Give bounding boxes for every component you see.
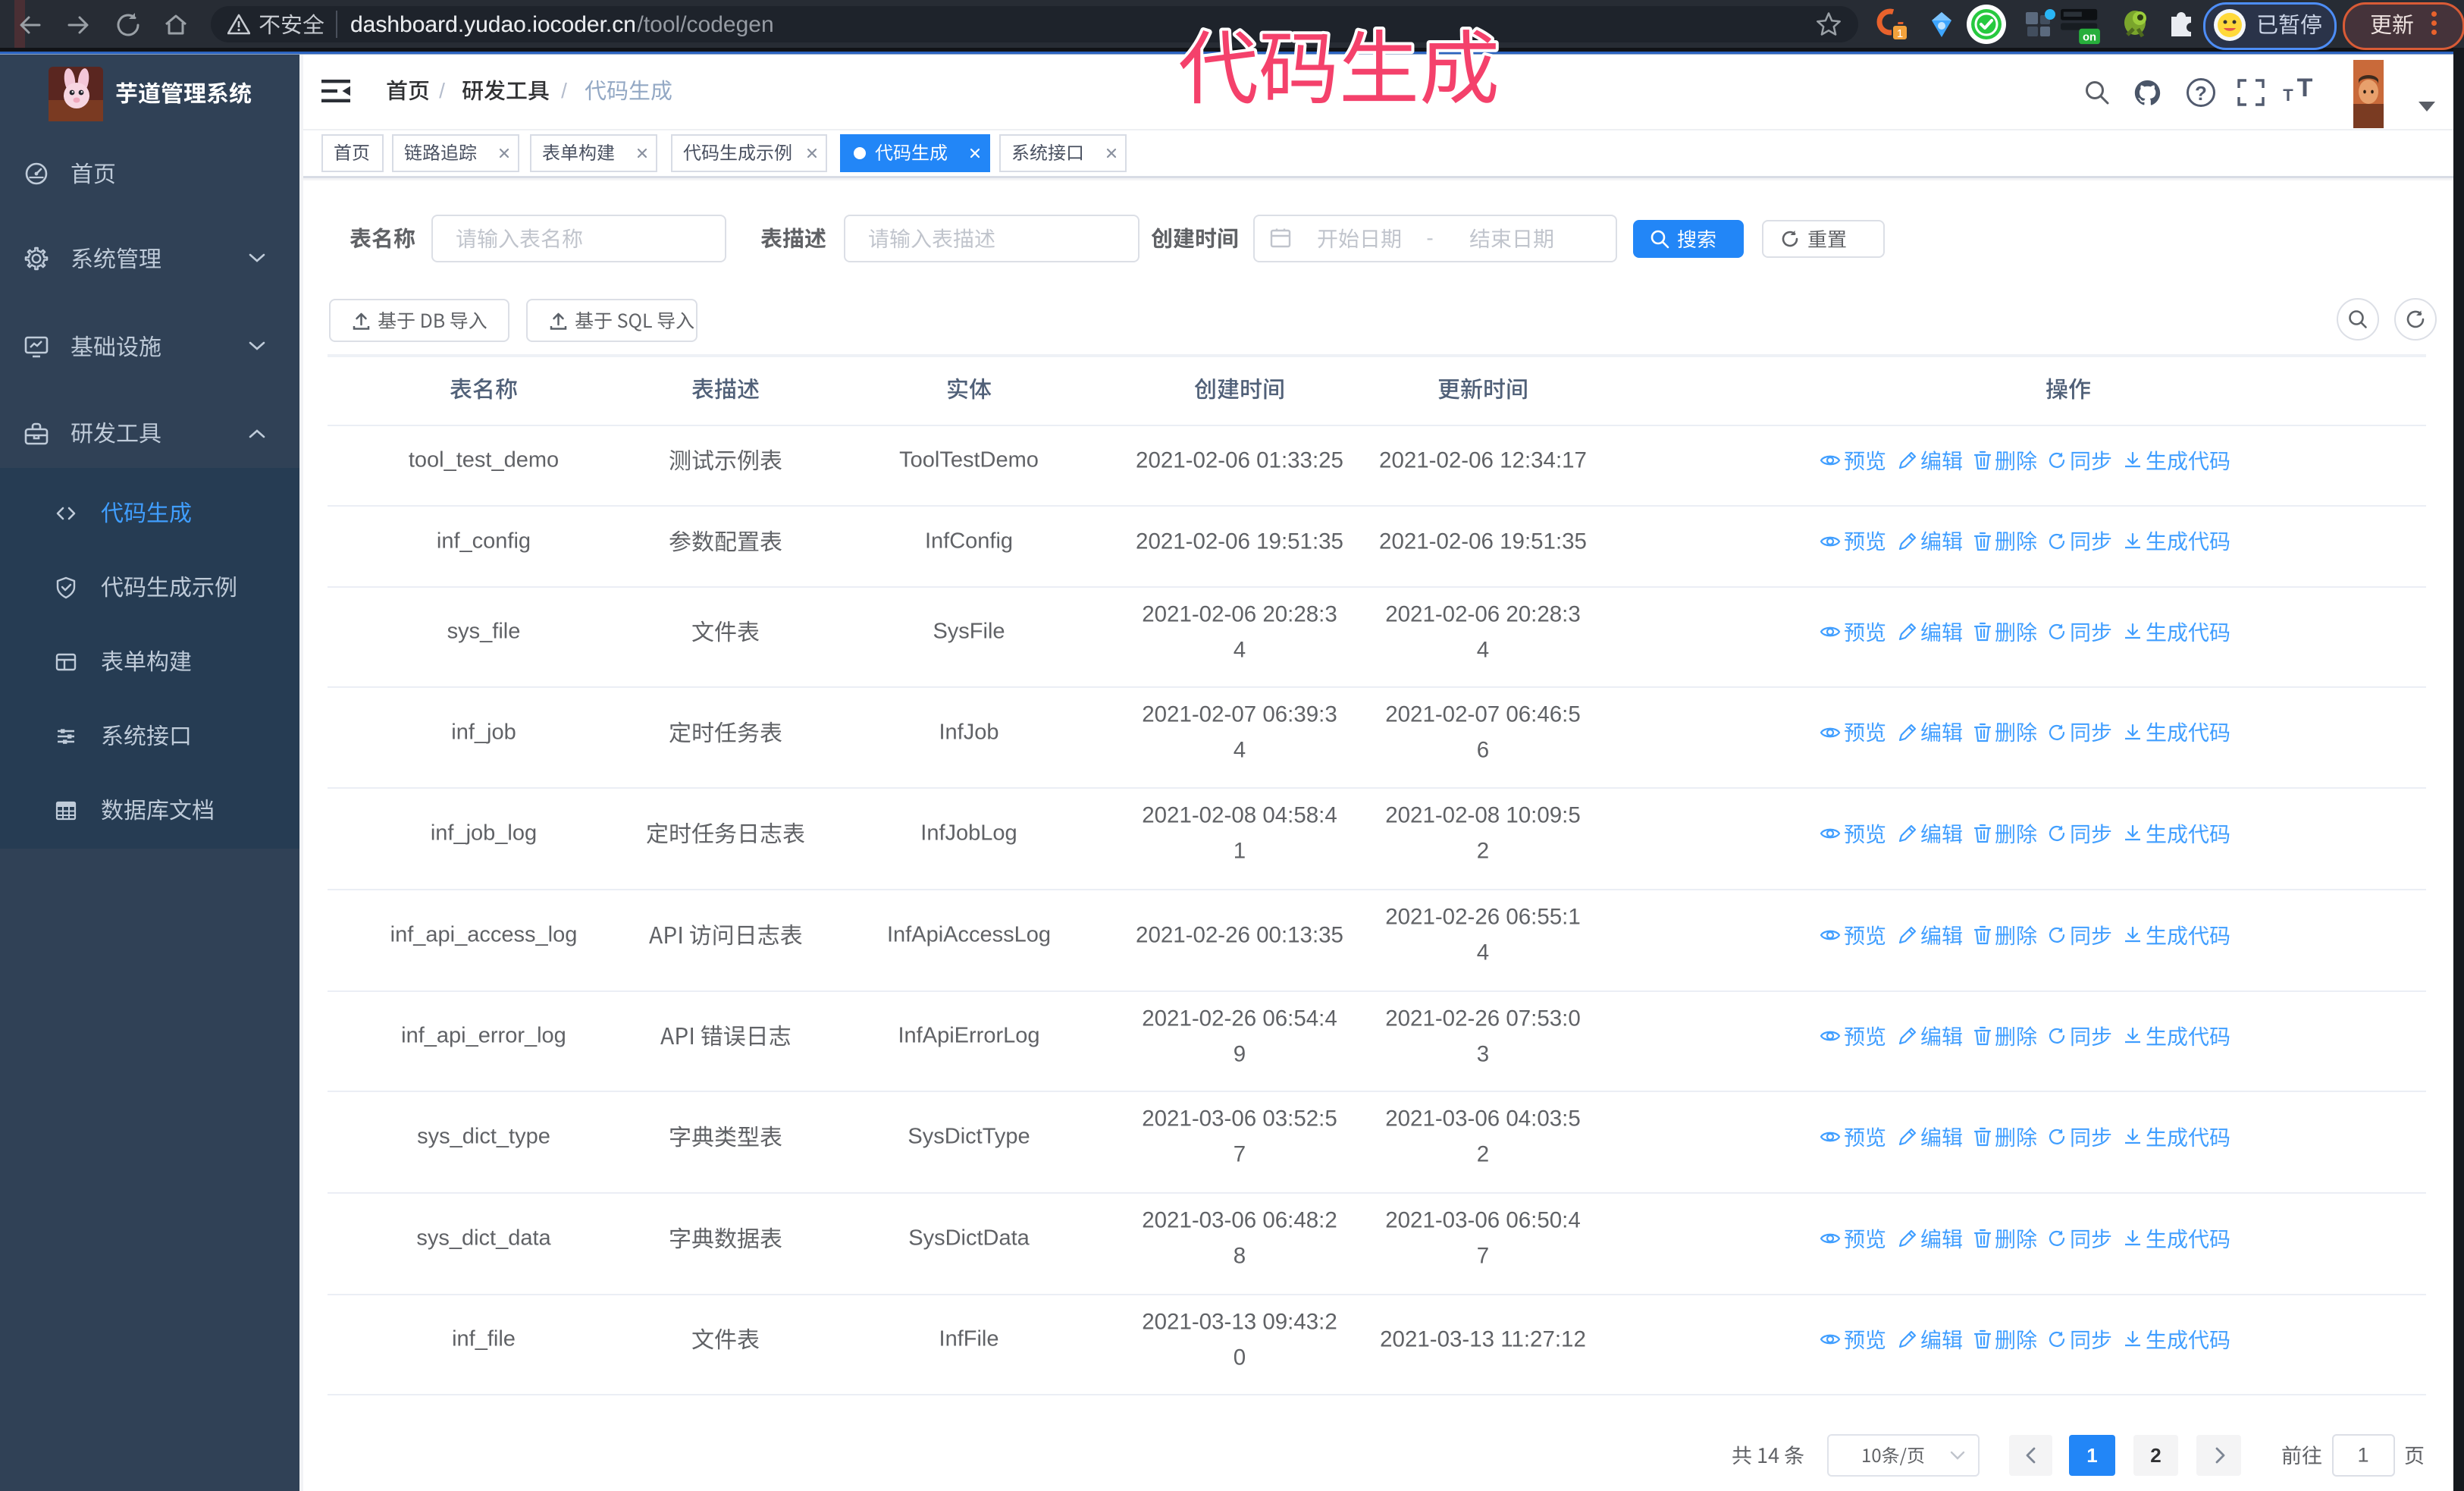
svg-text:1: 1 xyxy=(1897,27,1903,40)
svg-text:on: on xyxy=(2083,32,2096,44)
